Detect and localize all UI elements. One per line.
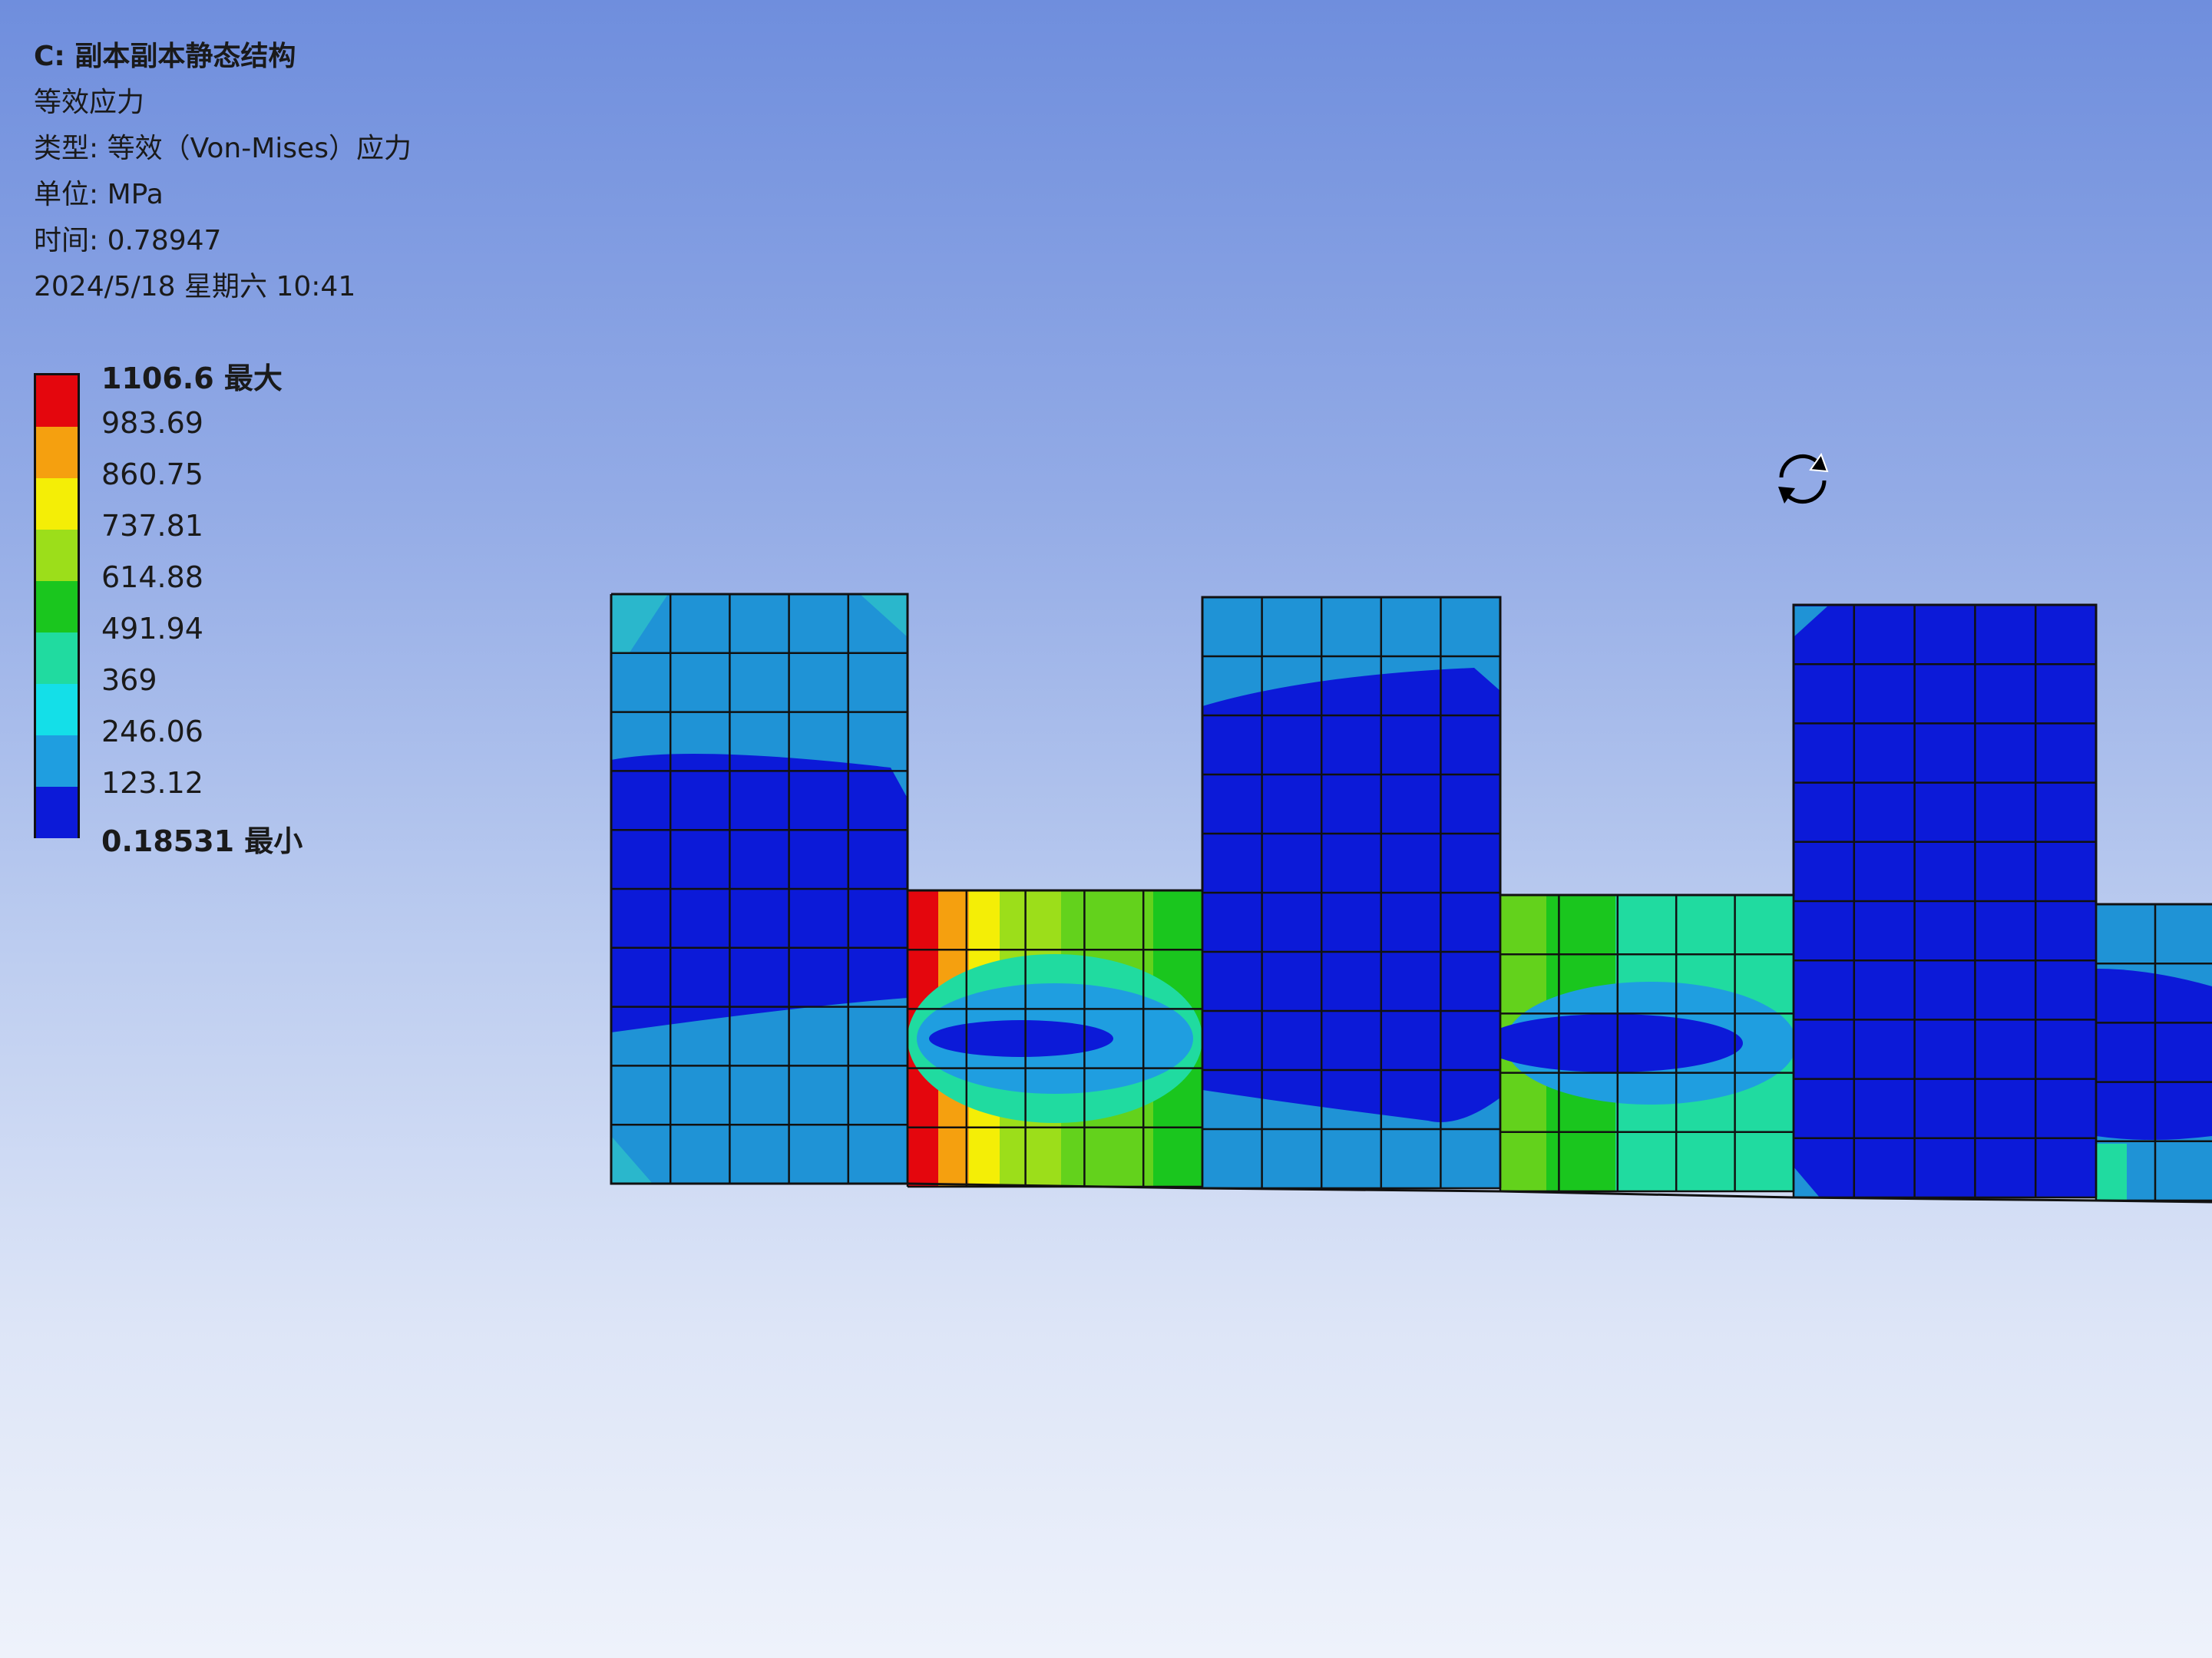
rotate-icon: [1778, 452, 1829, 504]
model-bridge-1: [908, 890, 1202, 1187]
model-bridge-3: [2096, 904, 2212, 1201]
model-bridge-2: [1500, 895, 1794, 1191]
fea-model-viewport[interactable]: [0, 0, 2212, 1658]
